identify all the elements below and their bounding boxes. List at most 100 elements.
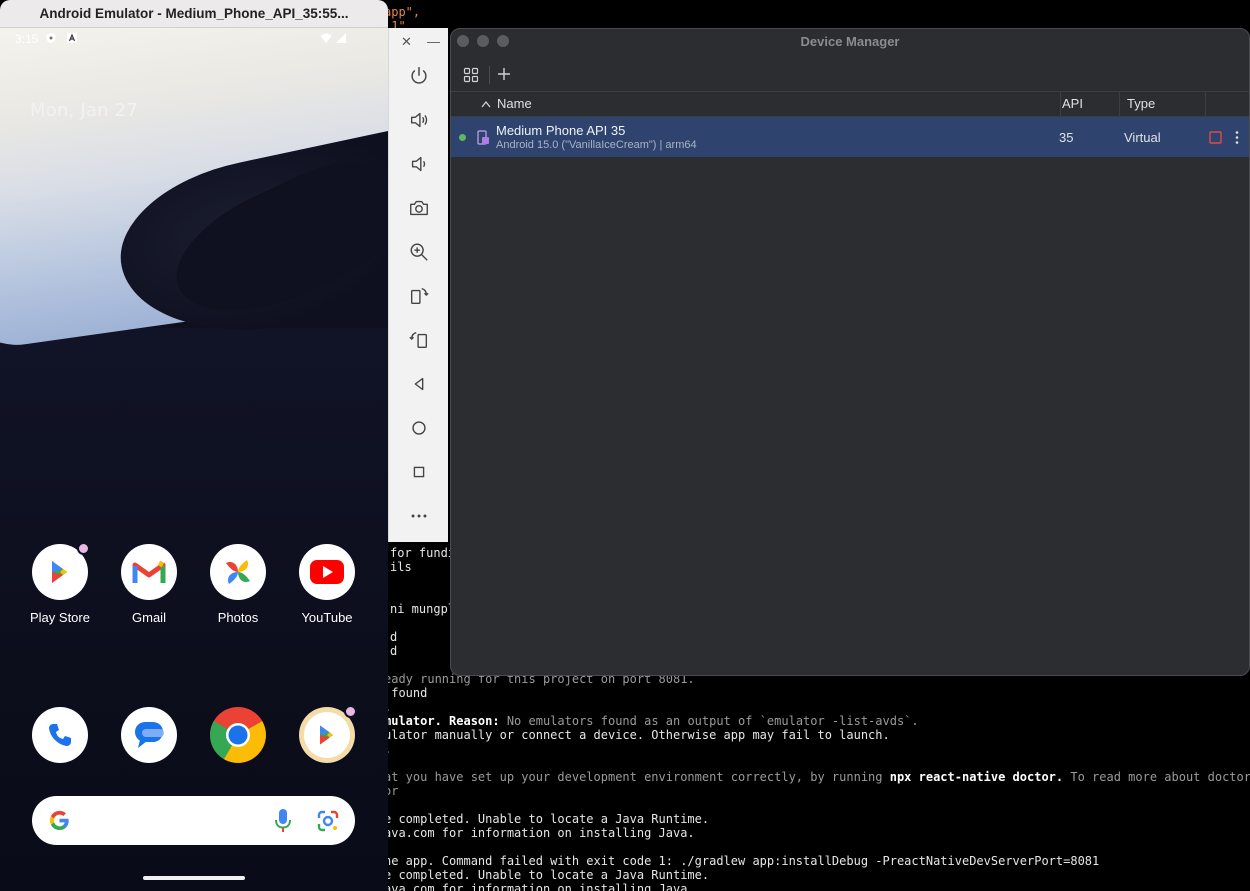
- volume-down-button[interactable]: [405, 150, 433, 178]
- google-lens-icon[interactable]: [316, 809, 340, 833]
- rotate-left-icon: [410, 287, 429, 305]
- back-button[interactable]: [405, 370, 433, 398]
- terminal-line: at you have set up your development envi…: [384, 770, 1250, 784]
- notification-badge: [344, 705, 357, 718]
- column-divider: [1119, 92, 1120, 116]
- device-manager-title: Device Manager: [800, 34, 900, 49]
- overview-button[interactable]: [405, 458, 433, 486]
- app-youtube[interactable]: YouTube: [287, 544, 367, 625]
- column-divider: [1205, 92, 1206, 116]
- app-label: Play Store: [30, 610, 90, 625]
- terminal-text: No emulators found as an output of `emul…: [506, 714, 919, 728]
- volume-up-button[interactable]: [405, 106, 433, 134]
- terminal-line: mulator. Reason: No emulators found as a…: [384, 714, 919, 728]
- terminal-text: d: [390, 644, 398, 658]
- close-icon[interactable]: ✕: [401, 34, 412, 50]
- google-search-bar[interactable]: [32, 796, 355, 845]
- terminal-text: ni mungpl: [390, 602, 456, 616]
- app-play-store[interactable]: Play Store: [20, 542, 100, 625]
- status-time: 3:15: [15, 32, 39, 46]
- emulator-title: Android Emulator - Medium_Phone_API_35:5…: [0, 0, 388, 28]
- device-manager-toolbar: [451, 59, 1249, 89]
- terminal-text: app",: [384, 5, 421, 19]
- app-phone[interactable]: [20, 707, 100, 763]
- app-messages[interactable]: [109, 707, 189, 763]
- youtube-icon: [299, 544, 355, 600]
- sort-ascending-icon[interactable]: [481, 100, 491, 108]
- play-store-icon: [32, 542, 90, 600]
- camera-icon: [410, 200, 428, 216]
- lockscreen-date: Mon, Jan 27: [30, 100, 138, 121]
- terminal-line: he app. Command failed with exit code 1:…: [384, 854, 1099, 868]
- rotate-left-button[interactable]: [405, 282, 433, 310]
- terminal-text: found: [384, 686, 428, 700]
- terminal-line: d: [390, 644, 397, 658]
- terminal-line: found: [384, 686, 427, 700]
- app-label: Gmail: [132, 610, 166, 625]
- add-device-icon[interactable]: [497, 67, 511, 81]
- power-icon: [411, 67, 427, 84]
- home-button[interactable]: [405, 414, 433, 442]
- terminal-line: e completed. Unable to locate a Java Run…: [384, 812, 709, 826]
- device-table-header: Name API Type: [451, 91, 1249, 117]
- terminal-text: he app. Command failed with exit code 1:…: [384, 854, 1100, 868]
- home-icon: [412, 421, 426, 435]
- phone-icon: [32, 707, 88, 763]
- photos-icon: [210, 544, 266, 600]
- rotate-right-button[interactable]: [405, 326, 433, 354]
- more-button[interactable]: [405, 502, 433, 530]
- shield-icon: [46, 33, 56, 43]
- device-row[interactable]: Medium Phone API 35 Android 15.0 ("Vanil…: [451, 117, 1249, 157]
- terminal-line: ava.com for information on installing Ja…: [384, 882, 695, 891]
- screenshot-button[interactable]: [405, 194, 433, 222]
- wifi-icon: [320, 33, 332, 43]
- notification-badge: [77, 542, 90, 555]
- messages-icon: [121, 707, 177, 763]
- zoom-icon: [410, 243, 428, 261]
- device-api: 35: [1059, 130, 1074, 145]
- terminal-text: ava.com for information on installing Ja…: [384, 826, 695, 840]
- app-gmail[interactable]: Gmail: [109, 544, 189, 625]
- emulator-window: Android Emulator - Medium_Phone_API_35:5…: [0, 0, 388, 891]
- gesture-nav-handle[interactable]: [143, 876, 245, 880]
- app-label: Photos: [217, 610, 259, 625]
- terminal-line: e completed. Unable to locate a Java Run…: [384, 868, 709, 882]
- overview-icon: [413, 466, 425, 478]
- emulator-toolbar: ✕ —: [388, 28, 448, 542]
- more-actions-icon[interactable]: [1234, 130, 1240, 145]
- app-photos[interactable]: Photos: [198, 544, 278, 625]
- app-label: YouTube: [301, 610, 353, 625]
- column-header-api[interactable]: API: [1062, 92, 1083, 116]
- minimize-icon[interactable]: —: [427, 34, 440, 49]
- terminal-text: ava.com for information on installing Ja…: [384, 882, 695, 891]
- more-icon: [411, 514, 427, 518]
- stop-icon[interactable]: [1209, 131, 1222, 144]
- gmail-icon: [121, 544, 177, 600]
- online-status-dot: [459, 134, 466, 141]
- terminal-text: for fundi: [390, 546, 456, 560]
- rotate-right-icon: [409, 331, 428, 349]
- play-store-icon: [299, 705, 357, 763]
- back-icon: [414, 377, 424, 391]
- terminal-line: ni mungpl: [390, 602, 455, 616]
- terminal-line: for fundi: [390, 546, 455, 560]
- volume-up-icon: [410, 112, 428, 128]
- terminal-text: ulator manually or connect a device. Oth…: [384, 728, 890, 742]
- terminal-line: app",: [384, 5, 420, 19]
- column-header-type[interactable]: Type: [1127, 92, 1155, 116]
- toolbar-divider: [489, 66, 490, 84]
- group-by-icon[interactable]: [463, 67, 479, 83]
- terminal-label: mulator. Reason:: [384, 714, 507, 728]
- microphone-icon[interactable]: [274, 808, 292, 834]
- column-header-name[interactable]: Name: [497, 92, 532, 116]
- app-play-store-dock[interactable]: [287, 705, 367, 763]
- zoom-button[interactable]: [405, 238, 433, 266]
- terminal-text: d: [390, 630, 398, 644]
- phone-device-icon: [477, 130, 489, 145]
- device-type: Virtual: [1124, 130, 1161, 145]
- notification-a-icon: [67, 33, 77, 43]
- terminal-line: ils: [390, 560, 412, 574]
- power-button[interactable]: [405, 62, 433, 90]
- device-details: Android 15.0 ("VanillaIceCream") | arm64: [496, 139, 697, 151]
- app-chrome[interactable]: [198, 707, 278, 763]
